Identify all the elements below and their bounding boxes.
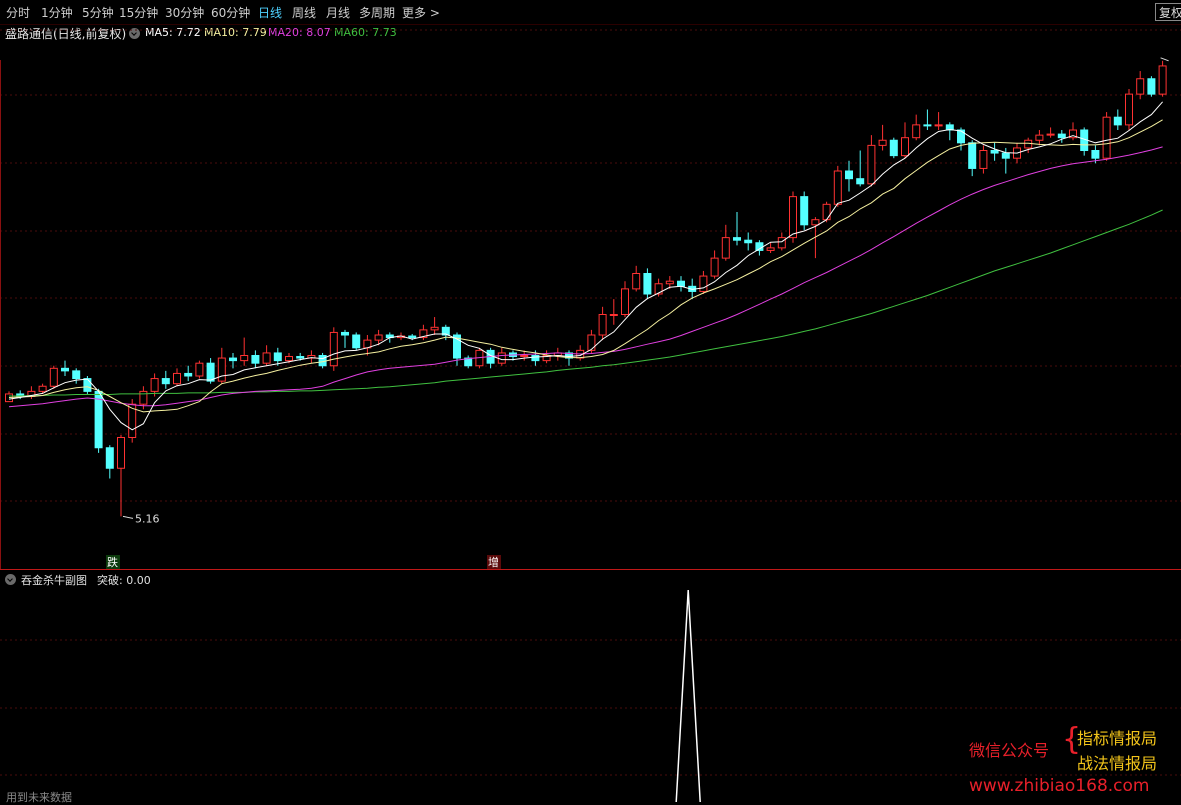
candle-down — [957, 129, 965, 144]
candle-down — [61, 367, 69, 372]
watermark-label: 微信公众号 — [969, 741, 1050, 760]
high-marker-arrow — [1160, 57, 1169, 62]
candle-down — [83, 378, 92, 392]
candle-up — [173, 372, 181, 385]
candle-down — [296, 356, 305, 359]
signal-zeng-label: 增 — [488, 555, 499, 569]
candle-down — [800, 196, 809, 226]
candle-down — [889, 139, 898, 157]
candle-up — [710, 257, 719, 277]
candle-down — [341, 331, 349, 336]
sub-indicator-value: 突破: 0.00 — [97, 574, 151, 587]
candle-down — [206, 362, 215, 382]
candle-down — [273, 352, 282, 362]
candle-up — [721, 237, 730, 259]
candle-up — [766, 247, 775, 251]
candle-down — [72, 370, 81, 380]
candle-down — [733, 237, 741, 241]
candle-down — [229, 357, 237, 362]
candle-up — [240, 355, 249, 362]
watermark-line1: 指标情报局 — [1077, 729, 1158, 748]
breakout-spike-line — [675, 589, 701, 802]
candle-up — [777, 237, 786, 249]
candle-up — [285, 356, 293, 362]
watermark-url: www.zhibiao168.com — [969, 776, 1150, 796]
candle-up — [833, 170, 842, 205]
candle-down — [184, 372, 193, 377]
sub-collapse-toggle-icon[interactable] — [5, 574, 16, 585]
candle-down — [352, 334, 361, 349]
watermark-line2: 战法情报局 — [1077, 754, 1158, 773]
candle-up — [609, 314, 618, 316]
candle-up — [195, 362, 204, 377]
candle-up — [789, 196, 797, 239]
candle-up — [878, 139, 887, 146]
candle-up — [430, 326, 439, 331]
candle-up — [520, 355, 529, 358]
candle-down — [251, 355, 260, 364]
ma5-line — [8, 101, 1163, 431]
candle-down — [990, 150, 999, 154]
candle-up — [621, 288, 629, 315]
candle-down — [1147, 78, 1156, 95]
candle-up — [117, 437, 125, 469]
candle-up — [665, 280, 674, 285]
price-chart[interactable]: 5.16 跌 增 — [0, 0, 1181, 802]
candle-up — [912, 124, 921, 139]
candle-up — [1035, 134, 1044, 141]
low-marker-arrow — [122, 515, 134, 519]
candle-up — [497, 352, 506, 364]
ma60-line — [9, 209, 1163, 397]
candle-up — [1102, 116, 1111, 159]
candle-down — [856, 178, 865, 185]
candle-down — [677, 280, 685, 287]
candle-up — [822, 203, 831, 221]
candle-down — [1057, 133, 1066, 139]
candle-up — [979, 150, 988, 169]
candle-up — [150, 378, 159, 392]
candle-down — [531, 355, 540, 362]
candle-down — [968, 142, 977, 169]
candle-up — [934, 124, 943, 127]
candle-up — [1158, 65, 1167, 95]
candle-up — [38, 385, 47, 392]
sub-indicator-title: 吞金杀牛副图 — [21, 574, 87, 587]
candle-up — [217, 357, 226, 382]
candle-down — [923, 124, 932, 127]
future-data-note: 用到未来数据 — [6, 791, 72, 804]
candle-up — [598, 314, 607, 336]
candle-down — [643, 273, 652, 295]
candle-up — [329, 331, 338, 367]
candle-down — [161, 378, 170, 385]
low-price-label: 5.16 — [135, 512, 160, 525]
candle-up — [262, 352, 271, 364]
candle-up — [1125, 93, 1133, 126]
candle-down — [1091, 150, 1100, 159]
signal-die-label: 跌 — [107, 555, 118, 569]
candle-up — [49, 367, 58, 387]
candle-up — [867, 144, 876, 185]
candle-up — [1024, 139, 1033, 149]
candle-down — [1113, 116, 1122, 126]
candle-down — [408, 335, 417, 339]
candle-up — [374, 334, 383, 341]
pane-divider[interactable] — [0, 569, 1181, 570]
candle-up — [1136, 78, 1145, 95]
candle-up — [587, 334, 596, 351]
candle-down — [845, 170, 853, 180]
candle-down — [744, 239, 753, 244]
candle-up — [811, 219, 820, 226]
candle-down — [1001, 152, 1010, 159]
candle-up — [632, 273, 641, 290]
candle-up — [1046, 133, 1055, 136]
candle-up — [699, 275, 708, 292]
candle-up — [901, 137, 909, 157]
candle-down — [105, 447, 114, 469]
